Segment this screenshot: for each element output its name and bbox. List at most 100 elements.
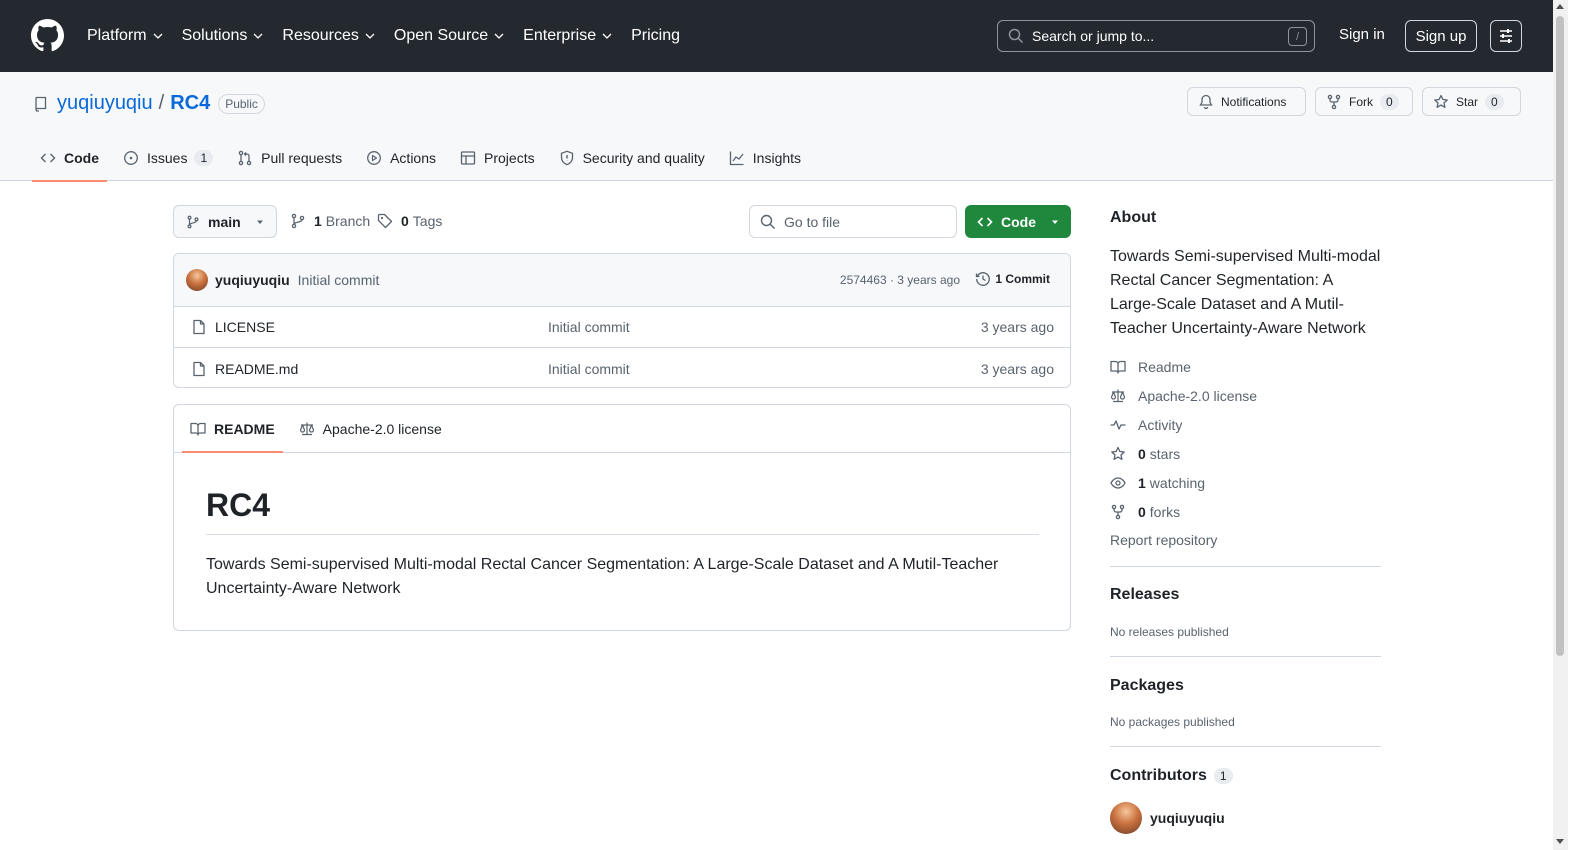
tab-label: Security and quality bbox=[582, 150, 705, 166]
tab-label: Actions bbox=[390, 150, 437, 166]
table-icon bbox=[460, 151, 476, 165]
notifications-button[interactable]: Notifications bbox=[1187, 87, 1306, 116]
tab-pull-requests[interactable]: Pull requests bbox=[229, 135, 350, 181]
contributor-item[interactable]: yuqiuyuqiu bbox=[1110, 802, 1225, 834]
nav-label: Platform bbox=[87, 27, 147, 44]
file-name-link[interactable]: LICENSE bbox=[215, 319, 275, 335]
global-header: Platform Solutions Resources Open Source… bbox=[0, 0, 1553, 72]
file-row[interactable]: README.md Initial commit 3 years ago bbox=[174, 348, 1070, 387]
activity-link[interactable]: Activity bbox=[1110, 417, 1182, 433]
book-icon bbox=[1110, 360, 1126, 374]
shield-icon bbox=[560, 150, 573, 166]
nav-pricing[interactable]: Pricing bbox=[631, 27, 680, 45]
git-branch-icon bbox=[187, 215, 199, 228]
file-name-link[interactable]: README.md bbox=[215, 361, 298, 377]
file-row[interactable]: LICENSE Initial commit 3 years ago bbox=[174, 307, 1070, 348]
branch-select-button[interactable]: main bbox=[173, 205, 277, 238]
tab-issues[interactable]: Issues 1 bbox=[115, 135, 221, 181]
commit-message-link[interactable]: Initial commit bbox=[298, 272, 380, 288]
chevron-down-icon bbox=[365, 33, 375, 39]
fork-button[interactable]: Fork 0 bbox=[1315, 87, 1413, 116]
page-scrollbar[interactable] bbox=[1553, 0, 1568, 850]
nav-enterprise[interactable]: Enterprise bbox=[523, 27, 612, 45]
tab-security[interactable]: Security and quality bbox=[551, 135, 713, 181]
forks-count: 0 bbox=[1138, 504, 1146, 520]
contributors-count: 1 bbox=[1213, 768, 1233, 784]
sign-up-button[interactable]: Sign up bbox=[1405, 20, 1477, 52]
watchers-link[interactable]: 1 watching bbox=[1110, 475, 1205, 491]
forks-link[interactable]: 0 forks bbox=[1110, 504, 1180, 520]
fork-icon bbox=[1327, 94, 1341, 109]
divider bbox=[1110, 656, 1381, 657]
nav-label: Open Source bbox=[393, 27, 489, 44]
tab-projects[interactable]: Projects bbox=[452, 135, 543, 181]
scrollbar-thumb[interactable] bbox=[1556, 16, 1564, 656]
report-repository-link[interactable]: Report repository bbox=[1110, 532, 1217, 548]
nav-resources[interactable]: Resources bbox=[282, 27, 375, 45]
tab-readme[interactable]: README bbox=[182, 405, 283, 453]
chevron-down-icon bbox=[153, 33, 163, 39]
nav-platform[interactable]: Platform bbox=[87, 27, 163, 45]
book-icon bbox=[190, 422, 206, 436]
releases-heading[interactable]: Releases bbox=[1110, 586, 1179, 604]
contributors-header[interactable]: Contributors 1 bbox=[1110, 767, 1233, 785]
nav-open-source[interactable]: Open Source bbox=[394, 27, 504, 45]
avatar[interactable] bbox=[186, 269, 208, 291]
commits-count-label: 1 Commit bbox=[995, 272, 1050, 286]
tab-label: Insights bbox=[752, 150, 802, 166]
repo-title: yuqiuyuqiu / RC4 Public bbox=[33, 92, 265, 115]
github-logo-icon[interactable] bbox=[31, 19, 64, 52]
nav-label: Enterprise bbox=[523, 27, 597, 44]
star-icon bbox=[1434, 94, 1448, 108]
commit-author-link[interactable]: yuqiuyuqiu bbox=[215, 272, 290, 288]
license-link[interactable]: Apache-2.0 license bbox=[1110, 388, 1257, 404]
issue-icon bbox=[124, 151, 138, 165]
search-icon bbox=[760, 214, 775, 229]
branches-link[interactable]: 1 Branch bbox=[290, 213, 370, 229]
file-commit-message-link[interactable]: Initial commit bbox=[548, 319, 630, 335]
tags-link[interactable]: 0 Tags bbox=[377, 213, 442, 229]
repo-name-link[interactable]: RC4 bbox=[170, 92, 210, 115]
file-icon bbox=[193, 319, 205, 335]
scroll-up-arrow-icon[interactable] bbox=[1556, 4, 1564, 9]
issues-count: 1 bbox=[194, 150, 214, 166]
tab-insights[interactable]: Insights bbox=[721, 135, 809, 181]
commits-history-link[interactable]: 1 Commit bbox=[975, 271, 1050, 287]
go-to-file-input[interactable]: Go to file bbox=[749, 205, 957, 238]
search-input[interactable]: Search or jump to... / bbox=[997, 20, 1315, 52]
git-branch-icon bbox=[291, 213, 305, 229]
tab-actions[interactable]: Actions bbox=[358, 135, 444, 181]
readme-link-label: Readme bbox=[1138, 359, 1191, 375]
code-button-label: Code bbox=[1001, 213, 1036, 230]
file-commit-message-link[interactable]: Initial commit bbox=[548, 361, 630, 377]
packages-empty-text: No packages published bbox=[1110, 715, 1235, 729]
branch-name: main bbox=[208, 213, 241, 230]
chevron-down-icon bbox=[253, 33, 263, 39]
global-nav: Platform Solutions Resources Open Source… bbox=[87, 0, 699, 72]
avatar bbox=[1110, 802, 1142, 834]
code-dropdown-button[interactable]: Code bbox=[965, 205, 1071, 238]
search-placeholder: Search or jump to... bbox=[1032, 28, 1155, 44]
readme-body: Towards Semi-supervised Multi-modal Rect… bbox=[206, 556, 999, 597]
chevron-down-icon bbox=[602, 33, 612, 39]
stars-link[interactable]: 0 stars bbox=[1110, 446, 1180, 462]
star-button[interactable]: Star 0 bbox=[1422, 87, 1521, 116]
chevron-down-icon bbox=[494, 33, 504, 39]
packages-heading[interactable]: Packages bbox=[1110, 677, 1184, 695]
history-icon bbox=[976, 272, 991, 286]
tab-license[interactable]: Apache-2.0 license bbox=[291, 405, 450, 452]
scroll-down-arrow-icon[interactable] bbox=[1556, 839, 1564, 844]
repo-owner-link[interactable]: yuqiuyuqiu bbox=[57, 92, 153, 115]
commit-hash-and-time[interactable]: 2574463 · 3 years ago bbox=[840, 273, 960, 287]
readme-link[interactable]: Readme bbox=[1110, 359, 1191, 375]
appearance-settings-button[interactable] bbox=[1490, 20, 1522, 52]
law-icon bbox=[1110, 389, 1126, 403]
file-commit-time: 3 years ago bbox=[980, 360, 1054, 377]
bell-icon bbox=[1199, 94, 1213, 109]
nav-solutions[interactable]: Solutions bbox=[182, 27, 264, 45]
tab-code[interactable]: Code bbox=[32, 135, 107, 182]
repo-icon bbox=[35, 96, 47, 112]
tags-count: 0 bbox=[401, 213, 409, 229]
sign-in-link[interactable]: Sign in bbox=[1339, 26, 1385, 43]
forks-label: forks bbox=[1149, 504, 1181, 520]
